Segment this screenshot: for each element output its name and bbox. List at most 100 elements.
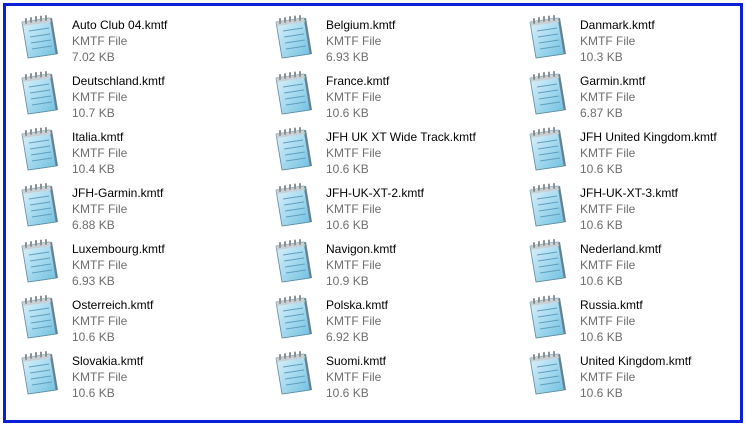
file-tile[interactable]: Russia.kmtf KMTF File 10.6 KB	[524, 294, 744, 350]
file-tile[interactable]: Osterreich.kmtf KMTF File 10.6 KB	[16, 294, 270, 350]
file-name: Polska.kmtf	[326, 298, 389, 312]
notepad-document-icon	[18, 14, 62, 62]
notepad-document-icon	[18, 126, 62, 174]
file-size: 10.4 KB	[72, 162, 115, 176]
file-meta: Danmark.kmtf KMTF File 10.3 KB	[580, 14, 655, 65]
file-tile[interactable]: Slovakia.kmtf KMTF File 10.6 KB	[16, 350, 270, 406]
file-size: 10.6 KB	[326, 386, 369, 400]
file-tile[interactable]: Navigon.kmtf KMTF File 10.9 KB	[270, 238, 524, 294]
file-type: KMTF File	[326, 258, 382, 272]
file-meta: Navigon.kmtf KMTF File 10.9 KB	[326, 238, 396, 289]
file-name: Slovakia.kmtf	[72, 354, 144, 368]
file-type: KMTF File	[580, 34, 636, 48]
file-meta: Deutschland.kmtf KMTF File 10.7 KB	[72, 70, 165, 121]
file-tile[interactable]: JFH United Kingdom.kmtf KMTF File 10.6 K…	[524, 126, 744, 182]
file-size: 6.88 KB	[72, 218, 115, 232]
file-tile[interactable]: Deutschland.kmtf KMTF File 10.7 KB	[16, 70, 270, 126]
file-name: Belgium.kmtf	[326, 18, 396, 32]
file-tile[interactable]: Italia.kmtf KMTF File 10.4 KB	[16, 126, 270, 182]
file-name: Garmin.kmtf	[580, 74, 646, 88]
file-name: Russia.kmtf	[580, 298, 643, 312]
file-tile[interactable]: JFH-UK-XT-3.kmtf KMTF File 10.6 KB	[524, 182, 744, 238]
file-meta: Osterreich.kmtf KMTF File 10.6 KB	[72, 294, 153, 345]
file-type: KMTF File	[326, 90, 382, 104]
file-size: 6.93 KB	[326, 50, 369, 64]
file-meta: Italia.kmtf KMTF File 10.4 KB	[72, 126, 127, 177]
file-tile[interactable]: Garmin.kmtf KMTF File 6.87 KB	[524, 70, 744, 126]
file-tile[interactable]: France.kmtf KMTF File 10.6 KB	[270, 70, 524, 126]
notepad-document-icon	[526, 126, 570, 174]
file-name: JFH-Garmin.kmtf	[72, 186, 164, 200]
file-size: 10.6 KB	[326, 218, 369, 232]
notepad-document-icon	[526, 350, 570, 398]
file-type: KMTF File	[580, 258, 636, 272]
file-tile[interactable]: JFH-Garmin.kmtf KMTF File 6.88 KB	[16, 182, 270, 238]
file-name: Suomi.kmtf	[326, 354, 387, 368]
file-size: 10.6 KB	[326, 106, 369, 120]
file-tile[interactable]: Nederland.kmtf KMTF File 10.6 KB	[524, 238, 744, 294]
file-tile[interactable]: Auto Club 04.kmtf KMTF File 7.02 KB	[16, 14, 270, 70]
notepad-document-icon	[526, 294, 570, 342]
file-meta: Luxembourg.kmtf KMTF File 6.93 KB	[72, 238, 165, 289]
file-size: 10.6 KB	[580, 386, 623, 400]
file-meta: JFH UK XT Wide Track.kmtf KMTF File 10.6…	[326, 126, 476, 177]
file-tile[interactable]: JFH-UK-XT-2.kmtf KMTF File 10.6 KB	[270, 182, 524, 238]
file-meta: JFH-UK-XT-2.kmtf KMTF File 10.6 KB	[326, 182, 424, 233]
file-tile[interactable]: Suomi.kmtf KMTF File 10.6 KB	[270, 350, 524, 406]
file-meta: Suomi.kmtf KMTF File 10.6 KB	[326, 350, 386, 401]
file-type: KMTF File	[72, 90, 128, 104]
notepad-document-icon	[272, 350, 316, 398]
file-tile[interactable]: United Kingdom.kmtf KMTF File 10.6 KB	[524, 350, 744, 406]
file-name: Nederland.kmtf	[580, 242, 662, 256]
file-meta: Polska.kmtf KMTF File 6.92 KB	[326, 294, 388, 345]
file-type: KMTF File	[580, 314, 636, 328]
file-tile[interactable]: JFH UK XT Wide Track.kmtf KMTF File 10.6…	[270, 126, 524, 182]
notepad-document-icon	[18, 294, 62, 342]
file-name: JFH-UK-XT-3.kmtf	[580, 186, 678, 200]
file-meta: Belgium.kmtf KMTF File 6.93 KB	[326, 14, 395, 65]
file-size: 7.02 KB	[72, 50, 115, 64]
file-size: 10.6 KB	[580, 330, 623, 344]
file-tile[interactable]: Belgium.kmtf KMTF File 6.93 KB	[270, 14, 524, 70]
file-name: Danmark.kmtf	[580, 18, 655, 32]
file-name: Auto Club 04.kmtf	[72, 18, 168, 32]
notepad-document-icon	[272, 126, 316, 174]
file-name: JFH UK XT Wide Track.kmtf	[326, 130, 476, 144]
file-name: United Kingdom.kmtf	[580, 354, 692, 368]
file-type: KMTF File	[580, 146, 636, 160]
file-meta: JFH-UK-XT-3.kmtf KMTF File 10.6 KB	[580, 182, 678, 233]
file-type: KMTF File	[72, 34, 128, 48]
file-name: Osterreich.kmtf	[72, 298, 154, 312]
notepad-document-icon	[272, 238, 316, 286]
file-name: JFH-UK-XT-2.kmtf	[326, 186, 424, 200]
file-type: KMTF File	[580, 370, 636, 384]
file-grid: Auto Club 04.kmtf KMTF File 7.02 KB Belg…	[16, 14, 744, 406]
file-size: 6.93 KB	[72, 274, 115, 288]
file-size: 10.3 KB	[580, 50, 623, 64]
file-name: France.kmtf	[326, 74, 390, 88]
notepad-document-icon	[526, 70, 570, 118]
file-size: 10.6 KB	[72, 330, 115, 344]
file-type: KMTF File	[326, 314, 382, 328]
file-tile[interactable]: Luxembourg.kmtf KMTF File 6.93 KB	[16, 238, 270, 294]
file-type: KMTF File	[326, 370, 382, 384]
file-size: 10.6 KB	[580, 274, 623, 288]
notepad-document-icon	[18, 182, 62, 230]
notepad-document-icon	[526, 14, 570, 62]
file-name: Luxembourg.kmtf	[72, 242, 165, 256]
file-view-frame: Auto Club 04.kmtf KMTF File 7.02 KB Belg…	[3, 3, 743, 423]
file-meta: Auto Club 04.kmtf KMTF File 7.02 KB	[72, 14, 167, 65]
file-meta: France.kmtf KMTF File 10.6 KB	[326, 70, 389, 121]
file-name: Italia.kmtf	[72, 130, 124, 144]
file-size: 10.7 KB	[72, 106, 115, 120]
file-type: KMTF File	[580, 90, 636, 104]
file-tile[interactable]: Danmark.kmtf KMTF File 10.3 KB	[524, 14, 744, 70]
file-type: KMTF File	[580, 202, 636, 216]
file-meta: Garmin.kmtf KMTF File 6.87 KB	[580, 70, 645, 121]
file-size: 6.87 KB	[580, 106, 623, 120]
file-type: KMTF File	[72, 314, 128, 328]
file-size: 10.6 KB	[72, 386, 115, 400]
file-type: KMTF File	[326, 146, 382, 160]
file-type: KMTF File	[72, 258, 128, 272]
file-tile[interactable]: Polska.kmtf KMTF File 6.92 KB	[270, 294, 524, 350]
